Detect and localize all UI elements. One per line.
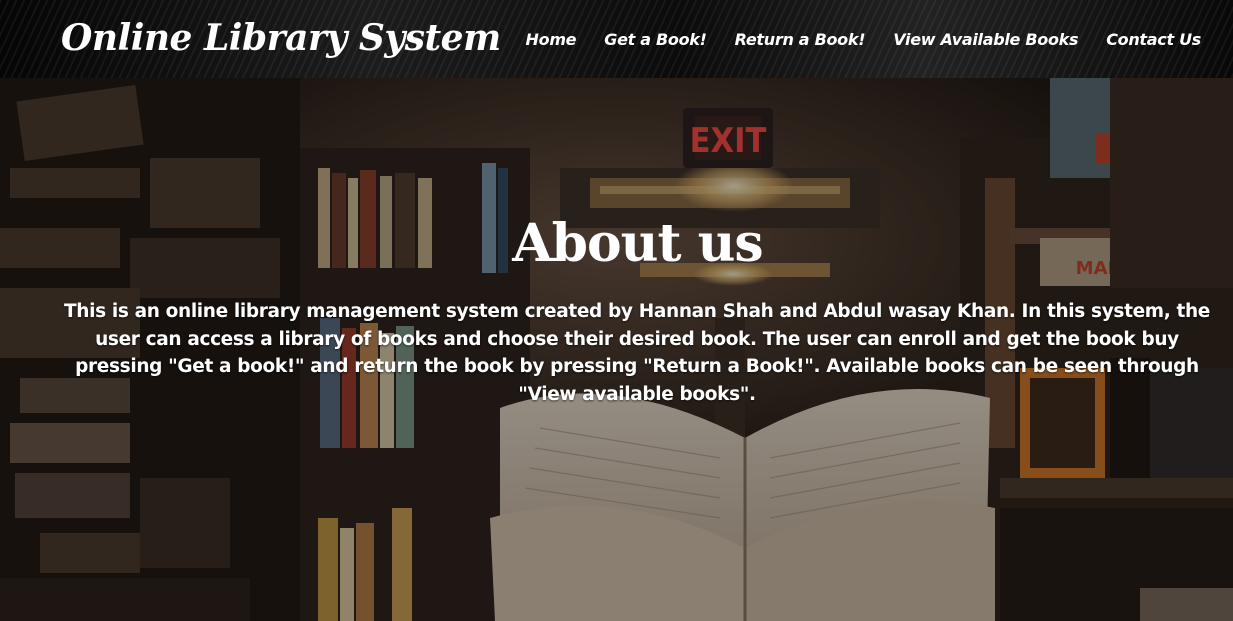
site-title[interactable]: Online Library System [61,14,501,62]
site-header: Online Library System Home Get a Book! R… [0,0,1233,78]
about-heading: About us [512,213,763,274]
nav-home-link[interactable]: Home [526,30,577,49]
nav-view-books-link[interactable]: View Available Books [893,30,1078,49]
nav-return-book-link[interactable]: Return a Book! [735,30,866,49]
main-nav: Home Get a Book! Return a Book! View Ava… [526,0,1202,78]
nav-get-book-link[interactable]: Get a Book! [604,30,707,49]
about-description: This is an online library management sys… [64,301,1210,405]
nav-contact-link[interactable]: Contact Us [1106,30,1201,49]
